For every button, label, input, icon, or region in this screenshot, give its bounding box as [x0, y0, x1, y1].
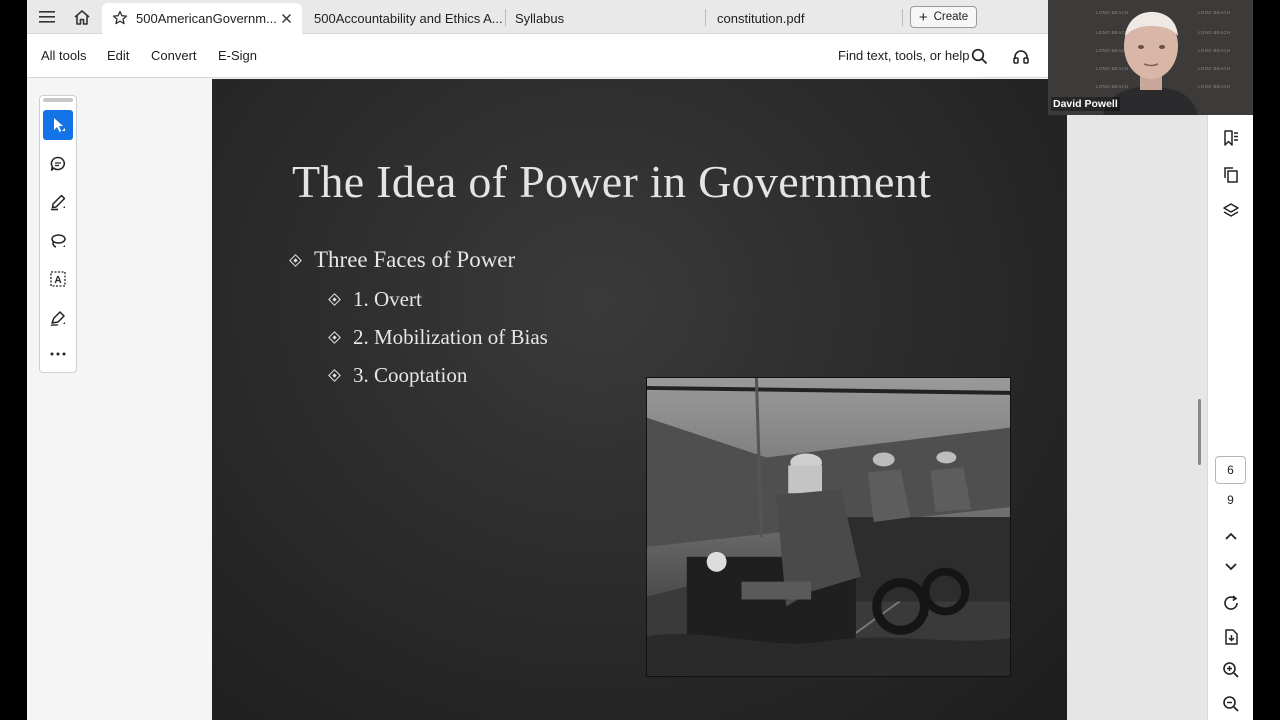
tab-label: Syllabus: [515, 11, 565, 26]
sign-pen-icon[interactable]: [43, 303, 73, 333]
menu-convert[interactable]: Convert: [151, 34, 197, 78]
tab-constitution-pdf[interactable]: constitution.pdf: [717, 3, 897, 34]
lasso-icon[interactable]: [43, 226, 73, 256]
create-label: Create: [933, 11, 969, 23]
document-view[interactable]: The Idea of Power in Government Three Fa…: [212, 79, 1067, 720]
bullet-level-2: 1. Overt: [328, 287, 422, 312]
vertical-scrollbar[interactable]: [1198, 399, 1201, 465]
tab-separator: [902, 9, 903, 26]
select-cursor-icon[interactable]: [43, 110, 73, 140]
copy-pages-icon[interactable]: [1218, 162, 1244, 188]
menu-all-tools[interactable]: All tools: [41, 34, 87, 78]
tab-500accountability[interactable]: 500Accountability and Ethics A...: [314, 3, 504, 34]
document-margin: [1067, 79, 1207, 720]
bullet-text: 1. Overt: [353, 287, 422, 311]
participant-name: David Powell: [1051, 97, 1120, 111]
diamond-bullet-icon: [289, 253, 302, 267]
tab-label: 500AmericanGovernm...: [136, 11, 277, 26]
search-icon[interactable]: [969, 46, 989, 66]
menu-e-sign[interactable]: E-Sign: [218, 34, 257, 78]
zoom-out-icon[interactable]: [1218, 691, 1244, 717]
diamond-bullet-icon: [328, 369, 341, 382]
bullet-level-1: Three Faces of Power: [289, 247, 516, 273]
save-file-icon[interactable]: [1218, 624, 1244, 650]
coal-miners-photo: [646, 377, 1011, 677]
left-tools-pane: A: [27, 79, 212, 720]
zoom-in-icon[interactable]: [1218, 657, 1244, 683]
bullet-text: 2. Mobilization of Bias: [353, 325, 548, 349]
tab-label: 500Accountability and Ethics A...: [314, 11, 503, 26]
participant-video-tile[interactable]: LONG BEACH LONG BEACH LONG BEACH LONG BE…: [1048, 0, 1253, 115]
palette-drag-handle[interactable]: [43, 98, 73, 102]
chevron-down-icon[interactable]: [1218, 554, 1244, 580]
current-page-input[interactable]: 6: [1215, 456, 1246, 484]
find-tools-search[interactable]: Find text, tools, or help: [838, 34, 970, 78]
slide-page: The Idea of Power in Government Three Fa…: [212, 79, 1067, 720]
bookmark-icon[interactable]: [1218, 125, 1244, 151]
bullet-text: 3. Cooptation: [353, 363, 468, 387]
highlighter-icon[interactable]: [43, 187, 73, 217]
tab-separator: [705, 9, 706, 26]
star-icon[interactable]: [112, 3, 128, 34]
layers-icon[interactable]: [1218, 198, 1244, 224]
quick-tools-palette: A: [39, 95, 77, 373]
more-icon[interactable]: [43, 339, 73, 369]
home-icon[interactable]: [71, 7, 93, 27]
tab-label: constitution.pdf: [717, 11, 805, 26]
hamburger-icon[interactable]: [36, 7, 58, 27]
svg-text:A: A: [54, 275, 61, 286]
text-select-icon[interactable]: A: [43, 264, 73, 294]
menu-edit[interactable]: Edit: [107, 34, 129, 78]
bullet-level-2: 3. Cooptation: [328, 363, 468, 388]
tab-separator: [505, 9, 506, 26]
total-pages: 9: [1227, 493, 1234, 507]
comment-icon[interactable]: [43, 149, 73, 179]
headphones-icon[interactable]: [1011, 46, 1031, 66]
tab-500americangovernment[interactable]: 500AmericanGovernm...: [102, 3, 302, 34]
tab-syllabus[interactable]: Syllabus: [515, 3, 705, 34]
chevron-up-icon[interactable]: [1218, 523, 1244, 549]
bullet-level-2: 2. Mobilization of Bias: [328, 325, 548, 350]
diamond-bullet-icon: [328, 293, 341, 306]
slide-title: The Idea of Power in Government: [292, 156, 932, 207]
bullet-text: Three Faces of Power: [314, 247, 516, 272]
create-button[interactable]: + Create: [910, 6, 977, 28]
diamond-bullet-icon: [328, 331, 341, 344]
right-rail: 6 9: [1207, 115, 1253, 720]
close-icon[interactable]: [281, 3, 292, 34]
plus-icon: +: [918, 8, 928, 26]
refresh-icon[interactable]: [1218, 590, 1244, 616]
